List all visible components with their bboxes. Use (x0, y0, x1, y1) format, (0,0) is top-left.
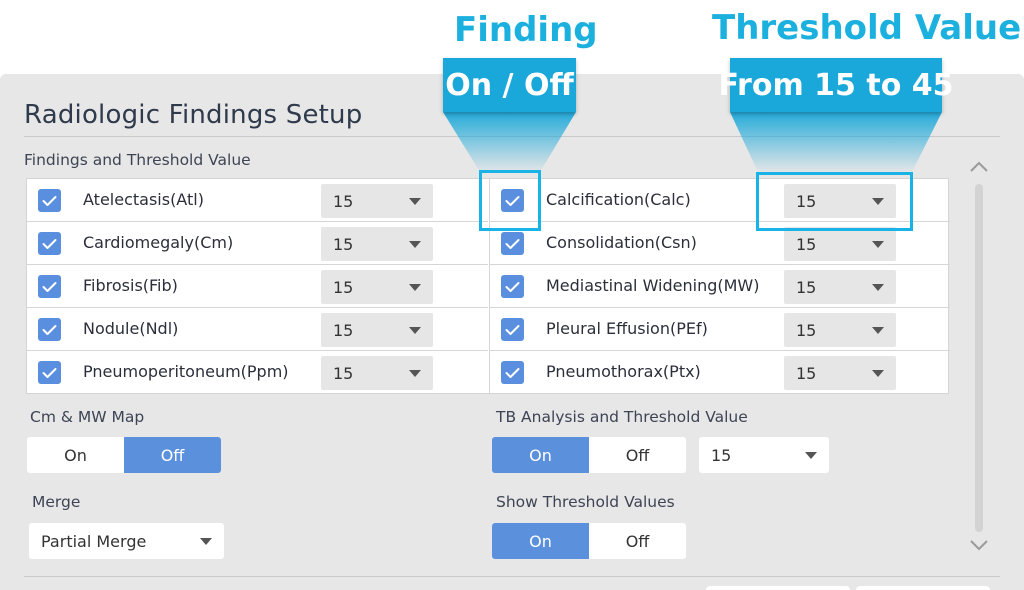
tb-analysis-label: TB Analysis and Threshold Value (496, 408, 748, 426)
finding-row: Pleural Effusion(PEf) 15 (490, 308, 950, 351)
chevron-down-icon (409, 327, 421, 334)
chevron-down-icon (409, 241, 421, 248)
finding-checkbox-highlight (479, 170, 541, 231)
check-icon (42, 367, 57, 378)
chevron-down-icon (805, 452, 817, 459)
chevron-down-icon (872, 327, 884, 334)
threshold-dropdown[interactable]: 15 (321, 356, 433, 390)
finding-checkbox[interactable] (38, 275, 61, 298)
threshold-beam (730, 112, 942, 172)
finding-callout-badge: On / Off (443, 58, 576, 112)
check-icon (505, 324, 520, 335)
finding-checkbox[interactable] (501, 361, 524, 384)
threshold-value: 15 (796, 364, 817, 383)
threshold-value: 15 (796, 321, 817, 340)
threshold-callout-badge: From 15 to 45 (718, 58, 954, 112)
cm-mw-map-off-option[interactable]: Off (124, 437, 221, 473)
finding-checkbox[interactable] (38, 361, 61, 384)
tb-threshold-value: 15 (711, 446, 732, 465)
chevron-down-icon (872, 370, 884, 377)
chevron-down-icon (200, 538, 212, 545)
chevron-down-icon[interactable] (969, 538, 989, 552)
threshold-value: 15 (333, 278, 354, 297)
threshold-dropdown[interactable]: 15 (784, 270, 896, 304)
show-threshold-label: Show Threshold Values (496, 493, 675, 511)
threshold-dropdown[interactable]: 15 (321, 313, 433, 347)
footer-button[interactable] (856, 586, 990, 590)
show-threshold-off-option[interactable]: Off (589, 523, 686, 559)
finding-label: Mediastinal Widening(MW) (546, 276, 760, 295)
threshold-value: 15 (796, 278, 817, 297)
cm-mw-map-toggle: On Off (27, 437, 221, 473)
finding-checkbox[interactable] (501, 318, 524, 341)
chevron-down-icon (872, 284, 884, 291)
finding-checkbox[interactable] (38, 318, 61, 341)
cm-mw-map-label: Cm & MW Map (30, 408, 145, 426)
finding-row: Pneumoperitoneum(Ppm) 15 (27, 351, 488, 394)
check-icon (505, 281, 520, 292)
screen: Finding On / Off Threshold Value From 15… (0, 0, 1024, 590)
finding-label: Fibrosis(Fib) (83, 276, 178, 295)
finding-checkbox[interactable] (501, 275, 524, 298)
finding-label: Pneumothorax(Ptx) (546, 362, 701, 381)
finding-beam (443, 112, 576, 172)
threshold-dropdown[interactable]: 15 (784, 313, 896, 347)
threshold-value: 15 (333, 321, 354, 340)
merge-label: Merge (32, 493, 81, 511)
tb-analysis-off-option[interactable]: Off (589, 437, 686, 473)
tb-analysis-on-option[interactable]: On (492, 437, 589, 473)
tb-analysis-toggle: On Off (492, 437, 686, 473)
threshold-value: 15 (333, 364, 354, 383)
finding-row: Nodule(Ndl) 15 (27, 308, 488, 351)
finding-row: Mediastinal Widening(MW) 15 (490, 265, 950, 308)
finding-label: Pneumoperitoneum(Ppm) (83, 362, 289, 381)
chevron-down-icon (409, 370, 421, 377)
finding-label: Nodule(Ndl) (83, 319, 179, 338)
check-icon (42, 324, 57, 335)
check-icon (505, 367, 520, 378)
chevron-down-icon (872, 241, 884, 248)
show-threshold-on-option[interactable]: On (492, 523, 589, 559)
show-threshold-toggle: On Off (492, 523, 686, 559)
threshold-dropdown-highlight (756, 172, 913, 231)
tb-threshold-dropdown[interactable]: 15 (699, 437, 829, 473)
threshold-dropdown[interactable]: 15 (321, 270, 433, 304)
check-icon (42, 281, 57, 292)
finding-label: Pleural Effusion(PEf) (546, 319, 708, 338)
finding-row: Fibrosis(Fib) 15 (27, 265, 488, 308)
cm-mw-map-on-option[interactable]: On (27, 437, 124, 473)
merge-dropdown[interactable]: Partial Merge (29, 523, 224, 559)
footer-button[interactable] (706, 586, 850, 590)
threshold-dropdown[interactable]: 15 (784, 356, 896, 390)
finding-row: Pneumothorax(Ptx) 15 (490, 351, 950, 394)
merge-value: Partial Merge (41, 532, 147, 551)
footer-divider (24, 576, 1000, 577)
chevron-down-icon (409, 284, 421, 291)
